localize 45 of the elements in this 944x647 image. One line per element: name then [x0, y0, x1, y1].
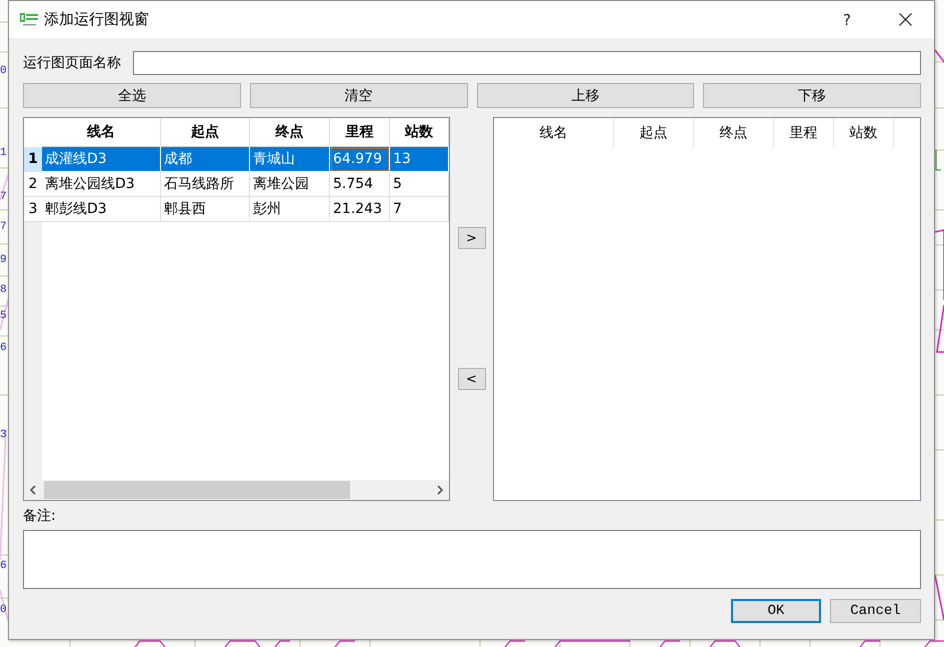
scrollbar-thumb[interactable]	[44, 481, 350, 499]
axis-label: 7	[0, 191, 7, 204]
window-title: 添加运行图视窗	[44, 10, 150, 29]
axis-label: 3	[0, 429, 7, 442]
page-name-label: 运行图页面名称	[23, 54, 121, 72]
axis-label: 9	[0, 254, 7, 267]
column-header[interactable]: 终点	[694, 118, 774, 148]
axis-label: 5	[0, 310, 7, 323]
axis-label: 6	[0, 342, 7, 355]
close-icon	[898, 13, 912, 26]
help-button[interactable]: ?	[824, 1, 870, 38]
toolbar-button[interactable]: 上移	[476, 83, 694, 108]
remark-label: 备注:	[23, 508, 56, 524]
axis-label: 7	[0, 221, 7, 234]
column-header[interactable]: 站数	[834, 118, 894, 148]
toolbar-button[interactable]: 下移	[703, 83, 921, 108]
scroll-left-icon[interactable]	[30, 485, 36, 495]
table-cell: 64.979	[330, 147, 390, 172]
dialog-button[interactable]: Cancel	[830, 599, 921, 623]
remark-field[interactable]	[23, 530, 921, 589]
scroll-right-icon[interactable]	[437, 485, 443, 495]
column-header[interactable]: 里程	[774, 118, 834, 148]
dialog-button[interactable]: OK	[731, 599, 821, 623]
table-cell: 郫彭线D3	[42, 197, 161, 222]
table-cell: 21.243	[330, 197, 390, 222]
table-cell: 7	[390, 197, 449, 222]
axis-label: 6	[0, 560, 7, 573]
axis-label: 0	[0, 65, 7, 78]
axis-label: 0	[0, 604, 7, 617]
app-logo-icon	[20, 12, 38, 26]
toolbar-button[interactable]: 全选	[23, 83, 241, 108]
column-header[interactable]: 线名	[494, 118, 614, 148]
move-button[interactable]: >	[458, 227, 486, 249]
table-cell: 郫县西	[161, 197, 250, 222]
table-row[interactable]: 3 郫彭线D3 郫县西 彭州 21.243 7	[24, 197, 449, 222]
table-row[interactable]: 1 成灌线D3 成都 青城山 64.979 13	[24, 147, 449, 172]
row-number: 1	[24, 147, 42, 172]
column-header[interactable]: 起点	[614, 118, 694, 148]
table-cell: 彭州	[250, 197, 330, 222]
move-button[interactable]: <	[458, 368, 486, 390]
axis-label: 1	[0, 147, 7, 160]
table-row[interactable]: 2 离堆公园线D3 石马线路所 离堆公园 5.754 5	[24, 172, 449, 197]
toolbar-button[interactable]: 清空	[250, 83, 468, 108]
page-name-field[interactable]	[133, 51, 921, 75]
axis-label: 8	[0, 284, 7, 297]
